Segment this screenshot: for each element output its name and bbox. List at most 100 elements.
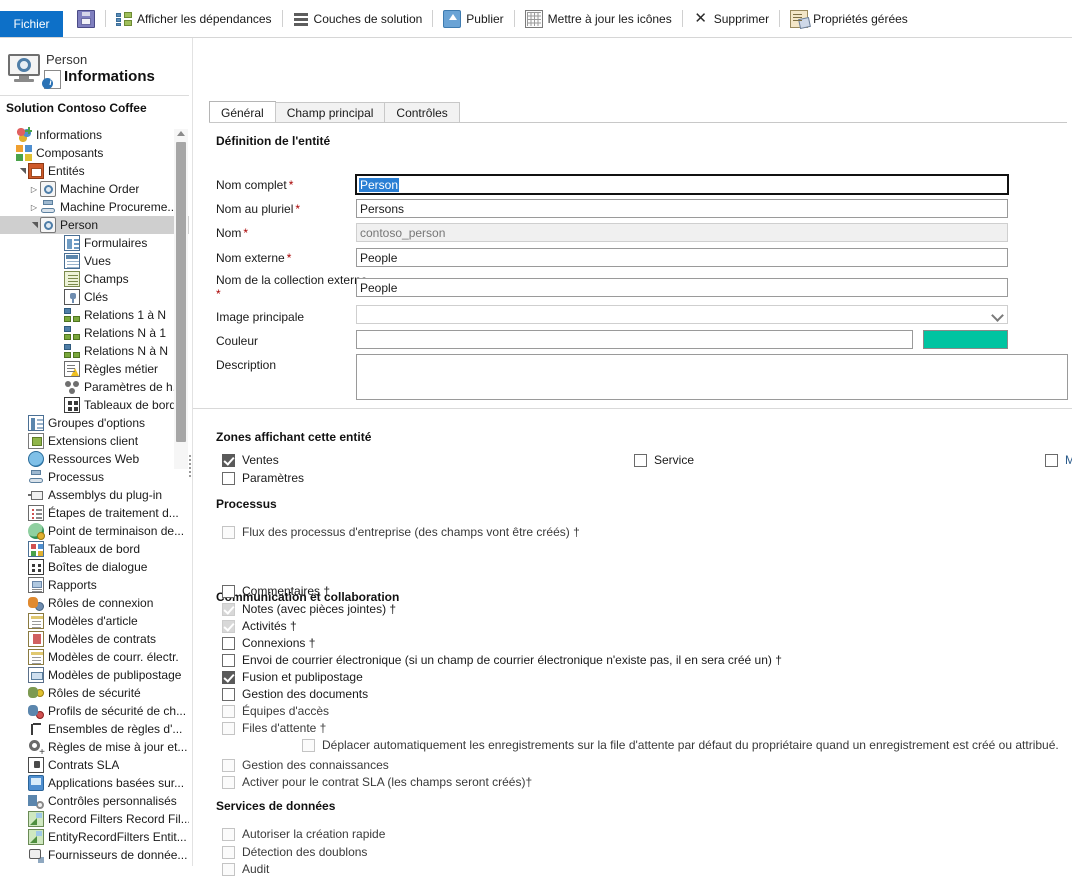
auto-move-queue-checkbox[interactable] — [302, 738, 315, 752]
tree-item-applications-bas-es-sur[interactable]: Applications basées sur... — [0, 774, 189, 792]
checkbox-row-queues[interactable]: Files d'attente † — [222, 721, 326, 735]
tree-item-person[interactable]: ◢ Person — [0, 216, 189, 234]
mailmerge-checkbox[interactable] — [222, 670, 235, 684]
tree-item-machine-procureme[interactable]: ▷ Machine Procureme... — [0, 198, 189, 216]
expander-expand-icon[interactable]: ▷ — [28, 183, 40, 195]
tree-item-mod-les-de-publipostage[interactable]: Modèles de publipostage — [0, 666, 189, 684]
tree-item-contrats-sla[interactable]: Contrats SLA — [0, 756, 189, 774]
checkbox-row-service[interactable]: Service — [634, 453, 694, 467]
checkbox-row-activites[interactable]: Activités † — [222, 619, 297, 633]
tree-item-r-les-de-s-curit[interactable]: Rôles de sécurité — [0, 684, 189, 702]
tree-item-groupes-d-options[interactable]: Groupes d'options — [0, 414, 189, 432]
sla-checkbox[interactable] — [222, 775, 235, 789]
checkbox-row-ventes[interactable]: Ventes — [222, 453, 279, 467]
tree-item-mod-les-de-courr-lectr[interactable]: Modèles de courr. électr. — [0, 648, 189, 666]
show-dependencies-button[interactable]: Afficher les dépendances — [107, 0, 281, 37]
marketing-checkbox[interactable] — [1045, 453, 1058, 467]
ventes-checkbox[interactable] — [222, 453, 235, 467]
plural-name-input[interactable] — [356, 199, 1008, 218]
tree-item-composants[interactable]: Composants — [0, 144, 189, 162]
tree-item-entityrecordfilters-entit[interactable]: EntityRecordFilters Entit... — [0, 828, 189, 846]
checkbox-row-accessteams[interactable]: Équipes d'accès — [222, 704, 329, 718]
tab-controls[interactable]: Contrôles — [384, 102, 460, 123]
tree-item-bo-tes-de-dialogue[interactable]: Boîtes de dialogue — [0, 558, 189, 576]
accessteams-checkbox[interactable] — [222, 704, 235, 718]
tree-item-mod-les-d-article[interactable]: Modèles d'article — [0, 612, 189, 630]
quickcreate-checkbox[interactable] — [222, 827, 235, 841]
solution-layers-button[interactable]: Couches de solution — [284, 0, 432, 37]
file-menu-button[interactable]: Fichier — [0, 11, 63, 37]
checkbox-row-auto-move-queue[interactable]: Déplacer automatiquement les enregistrem… — [302, 738, 1059, 752]
sendemail-checkbox[interactable] — [222, 653, 235, 667]
solution-explorer-tree[interactable]: Informations Composants ◢ Entités ▷ Machine O… — [0, 126, 189, 866]
tree-item-record-filters-record-fil[interactable]: Record Filters Record Fil... — [0, 810, 189, 828]
name-input[interactable] — [356, 223, 1008, 242]
update-icons-button[interactable]: Mettre à jour les icônes — [516, 0, 681, 37]
tree-item-r-gles-de-mise-jour-et[interactable]: Règles de mise à jour et... — [0, 738, 189, 758]
checkbox-row-sendemail[interactable]: Envoi de courrier électronique (si un ch… — [222, 653, 782, 667]
tree-item-extensions-client[interactable]: Extensions client — [0, 432, 189, 450]
checkbox-row-knowledge[interactable]: Gestion des connaissances — [222, 758, 389, 772]
docmanagement-checkbox[interactable] — [222, 687, 235, 701]
checkbox-row-notes[interactable]: Notes (avec pièces jointes) † — [222, 602, 396, 616]
expander-collapse-icon[interactable]: ◢ — [28, 219, 40, 231]
tree-item-formulaires[interactable]: Formulaires — [0, 234, 189, 252]
business-process-flow-checkbox[interactable] — [222, 525, 235, 539]
external-name-input[interactable] — [356, 248, 1008, 267]
tree-item-champs[interactable]: Champs — [0, 270, 189, 288]
save-button[interactable] — [68, 0, 104, 37]
duplicatedetection-checkbox[interactable] — [222, 845, 235, 859]
checkbox-row-docmanagement[interactable]: Gestion des documents — [222, 687, 368, 701]
managed-properties-button[interactable]: Propriétés gérées — [781, 0, 917, 37]
tree-item-relations-n-1[interactable]: Relations N à 1 — [0, 324, 189, 342]
expander-collapse-icon[interactable]: ◢ — [16, 165, 28, 177]
publish-button[interactable]: Publier — [434, 0, 512, 37]
checkbox-row-connexions[interactable]: Connexions † — [222, 636, 315, 650]
checkbox-row-audit[interactable]: Audit — [222, 862, 269, 876]
color-input[interactable] — [356, 330, 913, 349]
connexions-checkbox[interactable] — [222, 636, 235, 650]
description-textarea[interactable] — [356, 354, 1068, 400]
tree-item-machine-order[interactable]: ▷ Machine Order — [0, 180, 189, 198]
tree-item-param-tres-de-h[interactable]: Paramètres de h... — [0, 378, 189, 396]
external-collection-name-input[interactable] — [356, 278, 1008, 297]
tree-scrollbar[interactable] — [174, 129, 188, 469]
scrollbar-thumb[interactable] — [176, 142, 186, 442]
parametres-checkbox[interactable] — [222, 471, 235, 485]
tree-item-r-gles-m-tier[interactable]: Règles métier — [0, 360, 189, 378]
tree-item-tableaux-de-bord[interactable]: Tableaux de bord — [0, 396, 189, 414]
tree-item-profils-de-s-curit-de-ch[interactable]: Profils de sécurité de ch... — [0, 702, 189, 720]
tree-item-point-de-terminaison-de[interactable]: Point de terminaison de... — [0, 522, 189, 540]
checkbox-row-duplicatedetection[interactable]: Détection des doublons — [222, 845, 367, 859]
checkbox-row-commentaires[interactable]: Commentaires † — [222, 584, 330, 598]
primary-image-select[interactable] — [356, 305, 1008, 324]
tree-item-entit-s[interactable]: ◢ Entités — [0, 162, 189, 180]
tree-item-mod-les-de-contrats[interactable]: Modèles de contrats — [0, 630, 189, 648]
tree-item-ensembles-de-r-gles-d[interactable]: Ensembles de règles d'... — [0, 720, 189, 738]
tree-item-assemblys-du-plug-in[interactable]: Assemblys du plug-in — [0, 486, 189, 504]
color-swatch[interactable] — [923, 330, 1008, 349]
commentaires-checkbox[interactable] — [222, 584, 235, 598]
checkbox-row-sla[interactable]: Activer pour le contrat SLA (les champs … — [222, 775, 532, 789]
tree-item-r-les-de-connexion[interactable]: Rôles de connexion — [0, 594, 189, 612]
tree-item-vues[interactable]: Vues — [0, 252, 189, 270]
tree-item-informations[interactable]: Informations — [0, 126, 189, 144]
checkbox-row-quickcreate[interactable]: Autoriser la création rapide — [222, 827, 385, 841]
audit-checkbox[interactable] — [222, 862, 235, 876]
tree-item-relations-n-n[interactable]: Relations N à N — [0, 342, 189, 360]
tree-item-tapes-de-traitement-d[interactable]: Étapes de traitement d... — [0, 504, 189, 522]
delete-button[interactable]: ✕ Supprimer — [684, 0, 778, 37]
tab-primary-field[interactable]: Champ principal — [274, 102, 386, 123]
checkbox-row-business-process-flow[interactable]: Flux des processus d'entreprise (des cha… — [222, 525, 580, 539]
tree-item-processus[interactable]: Processus — [0, 468, 189, 486]
service-checkbox[interactable] — [634, 453, 647, 467]
tree-item-ressources-web[interactable]: Ressources Web — [0, 450, 189, 468]
checkbox-row-mailmerge[interactable]: Fusion et publipostage — [222, 670, 363, 684]
notes-checkbox[interactable] — [222, 602, 235, 616]
activites-checkbox[interactable] — [222, 619, 235, 633]
tree-item-contr-les-personnalis-s[interactable]: Contrôles personnalisés — [0, 792, 189, 810]
checkbox-row-parametres[interactable]: Paramètres — [222, 471, 304, 485]
checkbox-row-marketing[interactable]: M — [1045, 453, 1072, 467]
queues-checkbox[interactable] — [222, 721, 235, 735]
knowledge-checkbox[interactable] — [222, 758, 235, 772]
